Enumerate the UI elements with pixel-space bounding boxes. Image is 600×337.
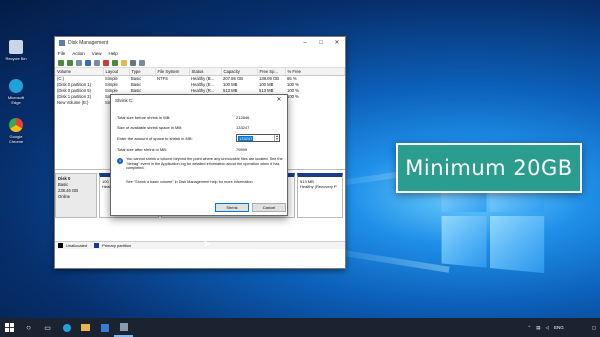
back-icon[interactable] bbox=[58, 59, 64, 66]
menu-file[interactable]: File bbox=[58, 51, 65, 56]
recycle-bin-icon bbox=[9, 40, 23, 54]
folder-icon bbox=[81, 324, 90, 331]
disk-management-icon bbox=[59, 40, 65, 46]
folder-icon[interactable] bbox=[121, 59, 127, 66]
minimize-button[interactable]: – bbox=[297, 37, 313, 49]
check-icon[interactable] bbox=[112, 59, 118, 66]
info-text: You cannot shrink a volume beyond the po… bbox=[126, 157, 283, 171]
maximize-button[interactable]: □ bbox=[313, 37, 329, 49]
help-icon[interactable] bbox=[85, 59, 91, 66]
cancel-button[interactable]: Cancel bbox=[252, 203, 286, 212]
total-before-value: 212846 bbox=[236, 115, 250, 120]
edge-icon bbox=[62, 323, 71, 332]
total-before-label: Total size before shrink in MB: bbox=[117, 115, 171, 120]
store-icon bbox=[100, 323, 109, 332]
dialog-title: Shrink C: bbox=[115, 97, 134, 103]
column-header[interactable]: Type bbox=[129, 68, 156, 76]
search-icon: ○ bbox=[26, 323, 31, 332]
start-button[interactable] bbox=[0, 318, 19, 337]
taskbar-disk-management[interactable] bbox=[114, 318, 133, 337]
properties-icon[interactable] bbox=[139, 59, 145, 66]
task-view-icon: ▭ bbox=[44, 324, 51, 332]
banner-text: Minimum 20GB bbox=[405, 156, 573, 180]
column-header[interactable]: Status bbox=[189, 68, 222, 76]
chrome-icon bbox=[9, 118, 23, 132]
desktop-icon-chrome[interactable]: Google Chrome bbox=[4, 118, 28, 144]
menu-bar: File Action View Help bbox=[55, 49, 345, 58]
column-header[interactable]: Free Sp... bbox=[257, 68, 286, 76]
spinner-arrows-icon[interactable]: ▲ ▼ bbox=[274, 135, 279, 141]
taskbar: ○ ▭ ⌃ ▤ ◁ ENG ▢ bbox=[0, 318, 600, 337]
legend: Unallocated Primary partition bbox=[55, 241, 345, 249]
disk-management-icon bbox=[119, 322, 128, 331]
primary-swatch bbox=[94, 243, 100, 248]
desktop-icon-recycle-bin[interactable]: Recycle Bin bbox=[4, 40, 28, 61]
clock[interactable] bbox=[569, 324, 587, 332]
column-header[interactable]: File System bbox=[155, 68, 190, 76]
cell bbox=[285, 99, 345, 105]
list-icon[interactable] bbox=[94, 59, 100, 66]
available-row: Size of available shrink space in MB: 13… bbox=[117, 125, 282, 130]
enter-row: Enter the amount of space to shrink in M… bbox=[117, 134, 282, 142]
desktop-icon-edge[interactable]: Microsoft Edge bbox=[4, 79, 28, 105]
info-icon: i bbox=[117, 158, 123, 164]
volume-icon[interactable]: ◁ bbox=[546, 325, 549, 331]
network-icon[interactable]: ▤ bbox=[536, 325, 540, 331]
disk-0-label[interactable]: Disk 0 Basic 238.46 GB Online bbox=[55, 173, 97, 218]
title-bar[interactable]: Disk Management – □ ✕ bbox=[55, 37, 345, 49]
window-title: Disk Management bbox=[68, 40, 109, 46]
disk-state: Online bbox=[58, 194, 71, 199]
partition-recovery[interactable]: 513 MB Healthy (Recovery P bbox=[297, 173, 343, 218]
dialog-close-button[interactable]: ✕ bbox=[271, 95, 287, 105]
shrink-amount-input[interactable]: 133247 ▲ ▼ bbox=[236, 134, 280, 142]
edge-icon bbox=[9, 79, 23, 93]
shrink-button[interactable]: Shrink bbox=[215, 203, 249, 212]
shrink-amount-value[interactable]: 133247 bbox=[238, 136, 254, 141]
menu-action[interactable]: Action bbox=[72, 51, 85, 56]
grid-icon[interactable] bbox=[76, 59, 82, 66]
close-button[interactable]: ✕ bbox=[329, 37, 345, 49]
column-header[interactable]: % Free bbox=[285, 68, 345, 76]
system-tray: ⌃ ▤ ◁ ENG ▢ bbox=[527, 318, 596, 337]
search-icon[interactable] bbox=[130, 59, 136, 66]
toolbar bbox=[55, 58, 345, 68]
delete-icon[interactable] bbox=[103, 59, 109, 66]
column-header[interactable]: Layout bbox=[103, 68, 130, 76]
search-button[interactable]: ○ bbox=[19, 318, 38, 337]
minimum-size-banner: Minimum 20GB bbox=[396, 143, 582, 193]
menu-help[interactable]: Help bbox=[108, 51, 117, 56]
available-label: Size of available shrink space in MB: bbox=[117, 125, 183, 130]
notification-icon[interactable]: ▢ bbox=[592, 325, 596, 331]
legend-primary: Primary partition bbox=[102, 243, 132, 248]
after-label: Total size after shrink in MB: bbox=[117, 147, 168, 152]
language-indicator[interactable]: ENG bbox=[554, 325, 564, 330]
shrink-dialog: Shrink C: ✕ Total size before shrink in … bbox=[110, 94, 288, 216]
after-value: 79599 bbox=[236, 147, 248, 152]
dialog-title-bar[interactable]: Shrink C: ✕ bbox=[111, 95, 287, 105]
menu-view[interactable]: View bbox=[92, 51, 102, 56]
column-header[interactable]: Volume bbox=[55, 68, 104, 76]
after-row: Total size after shrink in MB: 79599 bbox=[117, 147, 282, 152]
partition-status: Healthy (Recovery P bbox=[300, 184, 337, 189]
column-header[interactable]: Capacity bbox=[221, 68, 258, 76]
task-view-button[interactable]: ▭ bbox=[38, 318, 57, 337]
help-text: See "Shrink a basic volume" in Disk Mana… bbox=[126, 180, 253, 184]
forward-icon[interactable] bbox=[67, 59, 73, 66]
taskbar-edge[interactable] bbox=[57, 318, 76, 337]
taskbar-store[interactable] bbox=[95, 318, 114, 337]
unallocated-swatch bbox=[58, 243, 63, 248]
chevron-up-icon[interactable]: ⌃ bbox=[527, 325, 531, 331]
total-before-row: Total size before shrink in MB: 212846 bbox=[117, 115, 282, 120]
cell: New Volume (E:) bbox=[57, 99, 89, 105]
available-value: 133247 bbox=[236, 125, 250, 130]
windows-start-icon bbox=[5, 323, 14, 332]
enter-label: Enter the amount of space to shrink in M… bbox=[117, 136, 193, 141]
legend-unallocated: Unallocated bbox=[66, 243, 88, 248]
taskbar-file-explorer[interactable] bbox=[76, 318, 95, 337]
